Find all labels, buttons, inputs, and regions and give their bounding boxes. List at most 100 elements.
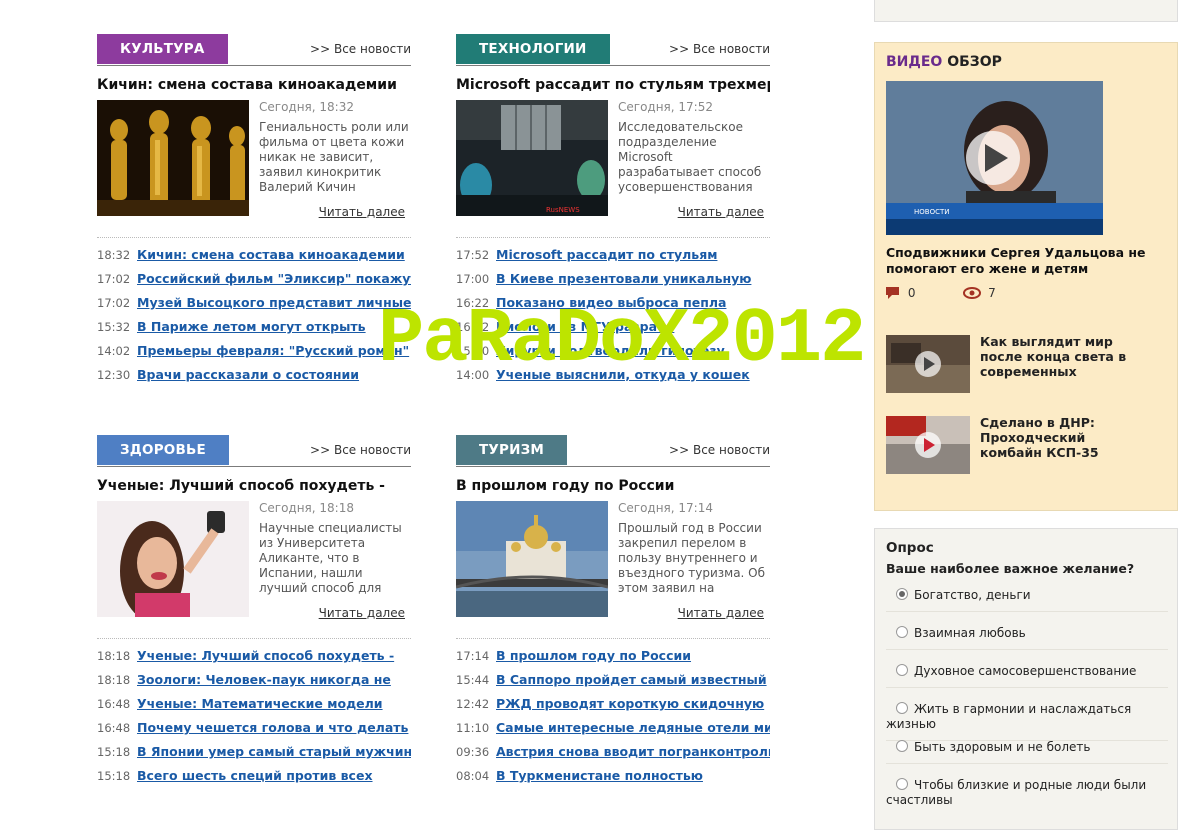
news-link[interactable]: Самые интересные ледяные отели мира	[496, 720, 770, 735]
list-item: 16:48 Почему чешется голова и что делать	[97, 719, 411, 743]
poll-option[interactable]: Духовное самосовершенствование	[886, 664, 1168, 688]
list-item: 18:32 Кичин: смена состава киноакадемии	[97, 246, 411, 270]
video-thumb-1[interactable]	[886, 335, 970, 393]
list-item: 15:18 В Японии умер самый старый мужчина	[97, 743, 411, 767]
all-news-link[interactable]: >> Все новости	[310, 42, 411, 56]
news-time: 17:14	[456, 649, 490, 663]
lead-article: Сегодня, 18:18 Научные специалисты из Ун…	[97, 501, 411, 620]
read-more-link[interactable]: Читать далее	[678, 205, 764, 219]
all-news-link[interactable]: >> Все новости	[669, 42, 770, 56]
list-item: 17:00 В Киеве презентовали уникальную	[456, 270, 770, 294]
news-link[interactable]: Врачи рассказали о состоянии	[137, 367, 359, 382]
sidebar-top-box	[874, 0, 1178, 22]
list-item: 14:02 Премьеры февраля: "Русский роман"	[97, 342, 411, 366]
list-item: 12:30 Врачи рассказали о состоянии	[97, 366, 411, 390]
lead-text: Исследовательское подразделение Microsof…	[618, 120, 762, 194]
lead-title[interactable]: В прошлом году по России	[456, 478, 770, 494]
news-link[interactable]: В Японии умер самый старый мужчина	[137, 744, 411, 759]
lead-text: Прошлый год в России закрепил перелом в …	[618, 521, 766, 595]
read-more-link[interactable]: Читать далее	[678, 606, 764, 620]
read-more-link[interactable]: Читать далее	[319, 205, 405, 219]
news-time: 17:00	[456, 272, 490, 286]
section-tab-culture[interactable]: КУЛЬТУРА	[97, 34, 228, 64]
news-list: 17:14 В прошлом году по России 15:44 В Сап…	[456, 647, 770, 791]
poll-option[interactable]: Жить в гармонии и наслаждаться жизнью	[886, 702, 1168, 741]
lead-title[interactable]: Ученые: Лучший способ похудеть -	[97, 478, 411, 494]
read-more-link[interactable]: Читать далее	[319, 606, 405, 620]
radio[interactable]	[896, 664, 908, 676]
news-link[interactable]: В Париже летом могут открыть	[137, 319, 366, 334]
lead-time: Сегодня, 17:14	[618, 501, 713, 515]
section-header: ТУРИЗМ >> Все новости	[456, 435, 770, 467]
video-stats: 0 7	[886, 286, 1040, 300]
news-link[interactable]: Премьеры февраля: "Русский роман"	[137, 343, 409, 358]
section-tab-tourism[interactable]: ТУРИЗМ	[456, 435, 568, 465]
news-link[interactable]: Австрия снова вводит погранконтроль	[496, 744, 770, 759]
news-time: 09:36	[456, 745, 490, 759]
news-time: 14:02	[97, 344, 131, 358]
radio[interactable]	[896, 702, 908, 714]
news-link[interactable]: В Киеве презентовали уникальную	[496, 271, 751, 286]
all-news-link[interactable]: >> Все новости	[310, 443, 411, 457]
poll-option[interactable]: Быть здоровым и не болеть	[886, 740, 1168, 764]
news-time: 16:48	[97, 697, 131, 711]
news-link[interactable]: В прошлом году по России	[496, 648, 691, 663]
lead-image-oscar-statues[interactable]	[97, 100, 249, 216]
lead-title[interactable]: Кичин: смена состава киноакадемии	[97, 77, 411, 93]
lead-time: Сегодня, 18:18	[259, 501, 354, 515]
news-link[interactable]: В Саппоро пройдет самый известный	[496, 672, 767, 687]
comments-stat: 0	[886, 286, 915, 300]
list-item: 18:18 Зоологи: Человек-паук никогда не	[97, 671, 411, 695]
divider	[456, 638, 770, 639]
news-link[interactable]: Зоологи: Человек-паук никогда не	[137, 672, 391, 687]
poll-box: Опрос Ваше наиболее важное желание? Бога…	[874, 528, 1178, 830]
news-link[interactable]: РЖД проводят короткую скидочную	[496, 696, 764, 711]
video-thumb-2[interactable]	[886, 416, 970, 474]
news-link[interactable]: Музей Высоцкого представит личные	[137, 295, 411, 310]
radio[interactable]	[896, 740, 908, 752]
lead-image-selfie-woman[interactable]	[97, 501, 249, 617]
news-link[interactable]: Всего шесть специй против всех	[137, 768, 373, 783]
video-main-thumbnail[interactable]: НОВОСТИ	[886, 81, 1103, 235]
news-time: 18:32	[97, 248, 131, 262]
section-tab-technology[interactable]: ТЕХНОЛОГИИ	[456, 34, 610, 64]
list-item: 08:04 В Туркменистане полностью	[456, 767, 770, 791]
poll-option[interactable]: Чтобы близкие и родные люди были счастли…	[886, 778, 1168, 816]
list-item: 17:02 Российский фильм "Эликсир" покажут	[97, 270, 411, 294]
lead-article: RusNEWS Сегодня, 17:52 Исследовательское…	[456, 100, 770, 219]
lead-image-moscow-cathedral[interactable]	[456, 501, 608, 617]
news-time: 15:32	[97, 320, 131, 334]
news-list: 18:32 Кичин: смена состава киноакадемии 1…	[97, 246, 411, 390]
news-time: 17:02	[97, 296, 131, 310]
radio-selected[interactable]	[896, 588, 908, 600]
lead-title[interactable]: Microsoft рассадит по стульям трехмерные	[456, 77, 770, 93]
lead-image-room2room[interactable]: RusNEWS	[456, 100, 608, 216]
poll-option[interactable]: Взаимная любовь	[886, 626, 1168, 650]
news-time: 16:48	[97, 721, 131, 735]
poll-option[interactable]: Богатство, деньги	[886, 588, 1168, 612]
section-culture: КУЛЬТУРА >> Все новости Кичин: смена сос…	[97, 34, 411, 390]
news-link[interactable]: Почему чешется голова и что делать	[137, 720, 408, 735]
views-count: 7	[988, 286, 996, 300]
news-link[interactable]: Российский фильм "Эликсир" покажут	[137, 271, 411, 286]
radio[interactable]	[896, 778, 908, 790]
video-thumb-1-caption[interactable]: Как выглядит мир после конца света в сов…	[980, 334, 1130, 379]
all-news-link[interactable]: >> Все новости	[669, 443, 770, 457]
video-main-caption[interactable]: Сподвижники Сергея Удальцова не помогают…	[886, 245, 1156, 277]
list-item: 16:48 Ученые: Математические модели	[97, 695, 411, 719]
news-link[interactable]: Ученые: Лучший способ похудеть -	[137, 648, 394, 663]
news-time: 15:18	[97, 745, 131, 759]
section-tab-health[interactable]: ЗДОРОВЬЕ	[97, 435, 229, 465]
list-item: 12:42 РЖД проводят короткую скидочную	[456, 695, 770, 719]
news-time: 17:52	[456, 248, 490, 262]
news-link[interactable]: В Туркменистане полностью	[496, 768, 703, 783]
lead-article: Сегодня, 17:14 Прошлый год в России закр…	[456, 501, 770, 620]
list-item: 17:14 В прошлом году по России	[456, 647, 770, 671]
radio[interactable]	[896, 626, 908, 638]
news-link[interactable]: Ученые: Математические модели	[137, 696, 383, 711]
poll-option-label: Духовное самосовершенствование	[914, 664, 1137, 678]
news-time: 17:02	[97, 272, 131, 286]
news-link[interactable]: Microsoft рассадит по стульям	[496, 247, 717, 262]
news-link[interactable]: Кичин: смена состава киноакадемии	[137, 247, 405, 262]
video-thumb-2-caption[interactable]: Сделано в ДНР: Проходческий комбайн КСП-…	[980, 415, 1130, 460]
